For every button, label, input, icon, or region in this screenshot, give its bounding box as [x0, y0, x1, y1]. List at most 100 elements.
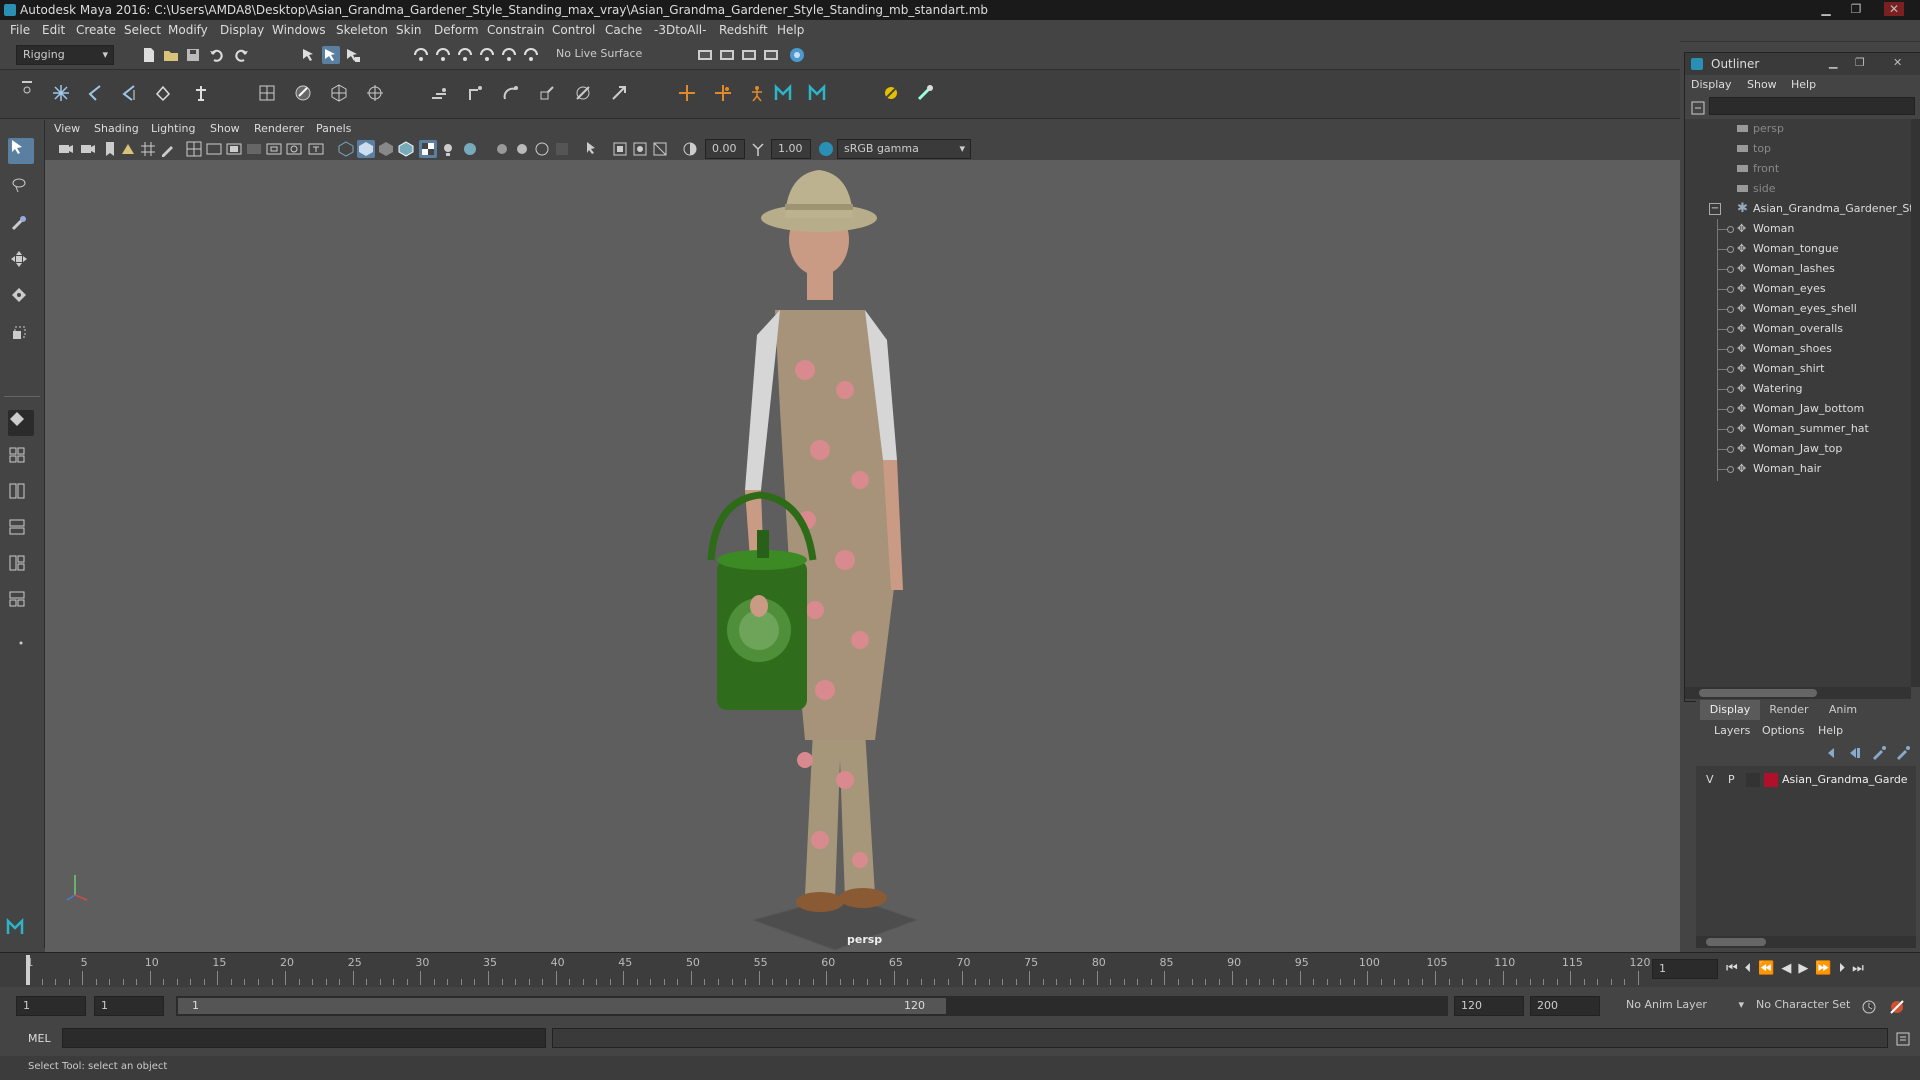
menu-create[interactable]: Create: [76, 23, 116, 37]
layout-options-icon[interactable]: [12, 634, 30, 652]
two-view-layout-icon[interactable]: [8, 482, 36, 510]
panel-menu-panels[interactable]: Panels: [316, 122, 351, 135]
orient-joint-icon[interactable]: [154, 84, 176, 106]
move-layer-up-icon[interactable]: [1824, 744, 1840, 760]
outliner-item-watering[interactable]: ✥ Watering: [1685, 379, 1920, 399]
outliner-item-front[interactable]: front: [1685, 159, 1920, 179]
script-tool-icon[interactable]: [882, 84, 904, 106]
render-view-icon[interactable]: [696, 46, 714, 64]
menu-deform[interactable]: Deform: [434, 23, 479, 37]
gamma-field[interactable]: 1.00: [771, 139, 811, 159]
ik-handle-icon[interactable]: [192, 84, 214, 106]
gate-mask-icon[interactable]: [245, 140, 263, 158]
outliner-item-woman-shirt[interactable]: ✥ Woman_shirt: [1685, 359, 1920, 379]
outliner-maximize-button[interactable]: ❐: [1855, 56, 1865, 69]
outliner-item-persp[interactable]: persp: [1685, 119, 1920, 139]
point-constraint-icon[interactable]: [466, 84, 488, 106]
paint-weights-icon[interactable]: [294, 84, 316, 106]
menu-select[interactable]: Select: [124, 23, 161, 37]
snap-point-icon[interactable]: [456, 46, 474, 64]
expand-node-icon[interactable]: [1727, 286, 1734, 293]
outliner-item-woman-overalls[interactable]: ✥ Woman_overalls: [1685, 319, 1920, 339]
layer-menu-options[interactable]: Options: [1762, 724, 1804, 737]
xray-joints-icon[interactable]: [631, 140, 649, 158]
layer-color-swatch[interactable]: [1764, 773, 1778, 787]
color-space-selector[interactable]: sRGB gamma ▾: [837, 139, 971, 159]
layer-row[interactable]: V P Asian_Grandma_Garde: [1696, 770, 1916, 790]
outliner-filter-icon[interactable]: [1689, 99, 1705, 115]
xray-icon[interactable]: [611, 140, 629, 158]
layer-tab-display[interactable]: Display: [1700, 700, 1760, 720]
menu-display[interactable]: Display: [220, 23, 264, 37]
expand-node-icon[interactable]: [1727, 306, 1734, 313]
lasso-tool-icon[interactable]: [10, 176, 32, 198]
grid-toggle-icon[interactable]: [139, 140, 157, 158]
menu-constrain[interactable]: Constrain: [487, 23, 545, 37]
outliner-minimize-button[interactable]: ▁: [1829, 56, 1837, 69]
go-to-end-icon[interactable]: ⏭: [1852, 961, 1871, 976]
expand-node-icon[interactable]: [1727, 226, 1734, 233]
outliner-item-side[interactable]: side: [1685, 179, 1920, 199]
step-forward-icon[interactable]: ⏵: [1839, 961, 1853, 976]
safe-title-icon[interactable]: [307, 140, 325, 158]
outliner-item-woman-lashes[interactable]: ✥ Woman_lashes: [1685, 259, 1920, 279]
orient-constraint-icon[interactable]: [502, 84, 524, 106]
parent-constraint-icon[interactable]: [430, 84, 452, 106]
select-component-icon[interactable]: [344, 46, 362, 64]
hscroll-thumb[interactable]: [1706, 938, 1766, 946]
outliner-item-woman-jaw-bottom[interactable]: ✥ Woman_Jaw_bottom: [1685, 399, 1920, 419]
expand-node-icon[interactable]: [1727, 346, 1734, 353]
insert-joint-icon[interactable]: [86, 84, 108, 106]
command-input[interactable]: [62, 1028, 546, 1048]
expand-node-icon[interactable]: [1727, 366, 1734, 373]
panel-menu-shading[interactable]: Shading: [94, 122, 139, 135]
expand-node-icon[interactable]: [1727, 426, 1734, 433]
snap-surface-icon[interactable]: [522, 46, 540, 64]
textured-icon[interactable]: [419, 140, 437, 158]
select-object-icon[interactable]: [322, 46, 340, 64]
new-scene-icon[interactable]: [140, 46, 158, 64]
hypergraph-layout-icon[interactable]: [8, 590, 36, 618]
pencil-icon[interactable]: [159, 140, 177, 158]
mode-selector[interactable]: Rigging ▾: [16, 45, 114, 65]
render-frame-icon[interactable]: [718, 46, 736, 64]
anti-aliasing-icon[interactable]: [533, 140, 551, 158]
panel-menu-view[interactable]: View: [54, 122, 80, 135]
default-material-icon[interactable]: [377, 140, 395, 158]
menu-help[interactable]: Help: [777, 23, 804, 37]
outliner-menu-display[interactable]: Display: [1691, 78, 1732, 91]
outliner-layout-icon[interactable]: [8, 518, 36, 546]
layer-hscrollbar[interactable]: [1696, 936, 1916, 948]
layer-menu-help[interactable]: Help: [1818, 724, 1843, 737]
menu-file[interactable]: File: [10, 23, 30, 37]
script-editor-icon[interactable]: [1894, 1030, 1912, 1048]
scale-tool-icon[interactable]: [10, 324, 32, 346]
time-slider[interactable]: 1 5 10 15 20 25 30 35 40 45 50 55 60 65 70 75 80 85 90 95 10…: [0, 952, 1920, 987]
locator-icon[interactable]: [678, 84, 700, 106]
outliner-close-button[interactable]: ✕: [1893, 56, 1902, 69]
wireframe-icon[interactable]: [337, 140, 355, 158]
range-slider[interactable]: 1 120: [176, 996, 1448, 1016]
move-tool-icon[interactable]: [10, 250, 32, 272]
step-back-icon[interactable]: ⏴: [1745, 961, 1759, 976]
layer-menu-layers[interactable]: Layers: [1714, 724, 1750, 737]
play-forwards-icon[interactable]: ▶: [1798, 961, 1815, 976]
outliner-item-woman-hair[interactable]: ✥ Woman_hair: [1685, 459, 1920, 479]
viewport-persp[interactable]: persp: [45, 160, 1680, 952]
exposure-field[interactable]: 0.00: [705, 139, 745, 159]
expand-node-icon[interactable]: [1727, 386, 1734, 393]
maya-tool-icon[interactable]: [774, 84, 796, 106]
layer-playback-toggle[interactable]: P: [1728, 773, 1735, 786]
menu-skeleton[interactable]: Skeleton: [336, 23, 388, 37]
outliner-item-woman-tongue[interactable]: ✥ Woman_tongue: [1685, 239, 1920, 259]
field-chart-icon[interactable]: [265, 140, 283, 158]
save-scene-icon[interactable]: [184, 46, 202, 64]
close-button[interactable]: ✕: [1884, 2, 1904, 16]
menu-windows[interactable]: Windows: [272, 23, 326, 37]
film-gate-icon[interactable]: [205, 140, 223, 158]
layer-tab-render[interactable]: Render: [1760, 700, 1818, 720]
snap-grid-icon[interactable]: [412, 46, 430, 64]
menu-cache[interactable]: Cache: [605, 23, 642, 37]
outliner-item-top[interactable]: top: [1685, 139, 1920, 159]
graph-layout-icon[interactable]: [8, 554, 36, 582]
